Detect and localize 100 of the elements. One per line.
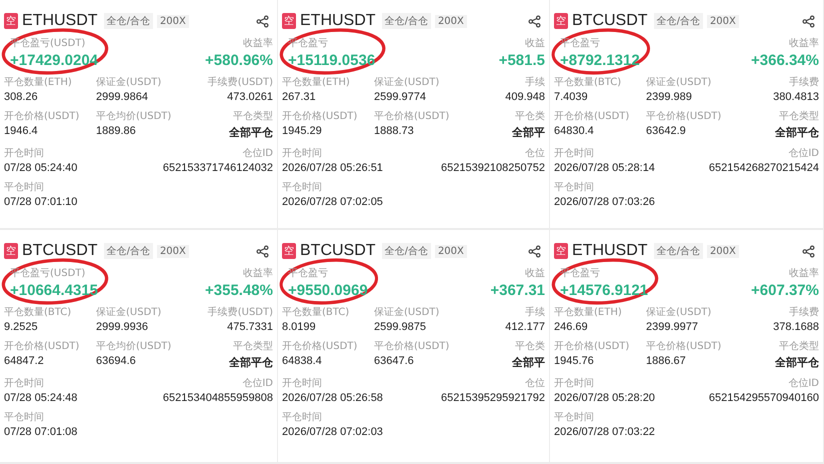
field-value: 8.0199 (282, 321, 317, 333)
field-label: 平仓时间 (282, 410, 323, 424)
field-label: 平仓盈亏 (560, 37, 601, 50)
field-label: 平仓类型 (779, 110, 819, 123)
field-label: 开仓时间 (282, 376, 323, 390)
tag: 全仓/合仓 (654, 13, 703, 29)
field-label: 手续费 (789, 76, 819, 89)
share-icon[interactable] (256, 244, 269, 258)
field-label: 平仓类 (515, 110, 545, 123)
field-value: 1889.86 (96, 125, 137, 137)
field-label: 手续 (525, 76, 545, 89)
field-value: 2026/07/28 05:28:20 (554, 392, 655, 404)
share-icon[interactable] (802, 14, 815, 28)
symbol-title: ETHUSDT (572, 242, 648, 260)
field-label: 手续费(USDT) (208, 76, 273, 89)
field-label: 平仓数量(BTC) (554, 76, 622, 89)
short-badge: 空 (554, 13, 568, 29)
field-label: 手续费(USDT) (208, 306, 273, 319)
field-label: 平仓时间 (4, 410, 45, 424)
field-label: 平仓时间 (554, 410, 595, 424)
field-label: 开仓时间 (554, 376, 595, 390)
field-value: 07/28 07:01:08 (4, 426, 78, 438)
pnl-value: +17429.0204 (10, 52, 98, 69)
field-value: 1946.4 (4, 125, 39, 137)
short-badge: 空 (4, 243, 18, 259)
pnl-value: +8792.1312 (560, 52, 640, 69)
field-label: 平仓数量(ETH) (282, 76, 351, 89)
field-value: 2026/07/28 07:02:03 (282, 426, 383, 438)
short-badge: 空 (282, 13, 296, 29)
pnl-value: +15119.0536 (288, 52, 376, 69)
field-label: 仓位 (525, 147, 545, 160)
field-value: 246.69 (554, 321, 589, 333)
field-label: 平仓时间 (554, 180, 595, 194)
tag: 200X (434, 244, 467, 258)
share-icon[interactable] (528, 244, 541, 258)
field-value: 07/28 05:24:48 (4, 392, 78, 404)
field-label: 开仓价格(USDT) (4, 340, 80, 353)
field-label: 手续 (525, 306, 545, 319)
rate-value: +367.31 (490, 282, 545, 299)
field-label: 平仓均价(USDT) (96, 340, 172, 353)
short-badge: 空 (554, 243, 568, 259)
tag: 全仓/合仓 (382, 243, 431, 259)
tag: 全仓/合仓 (104, 13, 153, 29)
field-label: 开仓价格(USDT) (282, 340, 358, 353)
field-label: 仓位ID (242, 377, 273, 390)
tag: 200X (434, 14, 467, 28)
share-icon[interactable] (802, 244, 815, 258)
field-value: 2599.9774 (374, 91, 427, 103)
symbol-title: ETHUSDT (22, 12, 98, 30)
pnl-value: +10664.4315 (10, 282, 98, 299)
field-value: 1945.29 (282, 125, 323, 137)
tag: 全仓/合仓 (382, 13, 431, 29)
symbol-title: ETHUSDT (300, 12, 376, 30)
field-label: 仓位ID (242, 147, 273, 160)
field-label: 平仓数量(BTC) (282, 306, 350, 319)
field-value: 07/28 05:24:40 (4, 162, 78, 174)
field-value: 652154295570940160 (708, 392, 819, 404)
field-label: 开仓价格(USDT) (554, 110, 630, 123)
field-value: 652153404855959808 (162, 392, 273, 404)
field-value: 2026/07/28 05:28:14 (554, 162, 655, 174)
rate-value: +355.48% (205, 282, 273, 299)
field-label: 收益 (525, 37, 545, 50)
field-value: 2026/07/28 07:03:26 (554, 196, 655, 208)
field-label: 仓位 (525, 377, 545, 390)
rate-value: +580.96% (205, 52, 273, 69)
field-label: 保证金(USDT) (646, 306, 712, 319)
field-value: 308.26 (4, 91, 39, 103)
tag: 200X (706, 244, 739, 258)
field-value: 2026/07/28 07:02:05 (282, 196, 383, 208)
field-label: 开仓价格(USDT) (554, 340, 630, 353)
field-value: 2599.9875 (374, 321, 427, 333)
field-label: 平仓数量(BTC) (4, 306, 72, 319)
field-label: 平仓数量(ETH) (554, 306, 623, 319)
field-value: 64847.2 (4, 355, 45, 367)
field-label: 平仓价格(USDT) (646, 110, 722, 123)
share-icon[interactable] (528, 14, 541, 28)
field-value: 2999.9864 (96, 91, 149, 103)
field-value: 9.2525 (4, 321, 39, 333)
field-label: 平仓类型 (233, 110, 273, 123)
pnl-value: +9550.0969 (288, 282, 368, 299)
field-value: 2026/07/28 05:26:51 (282, 162, 383, 174)
field-label: 平仓类型 (233, 340, 273, 353)
field-value: 64830.4 (554, 125, 595, 137)
share-icon[interactable] (256, 14, 269, 28)
field-label: 平仓时间 (4, 180, 45, 194)
field-label: 平仓数量(ETH) (4, 76, 73, 89)
field-label: 开仓时间 (282, 146, 323, 160)
field-label: 开仓价格(USDT) (282, 110, 358, 123)
field-value: 全部平仓 (775, 356, 819, 370)
field-label: 收益率 (243, 266, 273, 280)
tag: 200X (156, 14, 189, 28)
field-label: 平仓类型 (779, 340, 819, 353)
field-value: 全部平仓 (229, 126, 273, 140)
symbol-title: BTCUSDT (22, 242, 98, 260)
tag: 200X (706, 14, 739, 28)
field-label: 保证金(USDT) (374, 306, 440, 319)
field-label: 收益 (525, 267, 545, 280)
field-label: 平仓价格(USDT) (646, 340, 722, 353)
field-value: 2026/07/28 07:03:22 (554, 426, 655, 438)
field-label: 开仓时间 (4, 146, 45, 160)
